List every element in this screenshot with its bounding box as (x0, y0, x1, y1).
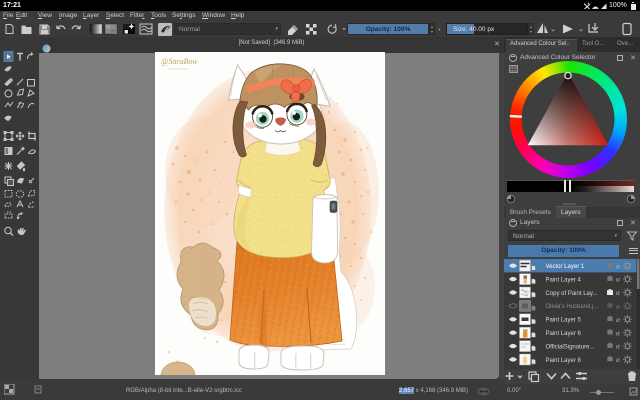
svg-text:α: α (616, 288, 621, 297)
svg-text:α: α (616, 342, 621, 351)
svg-text:α: α (616, 302, 621, 311)
svg-text:α: α (616, 328, 621, 337)
svg-text:α: α (616, 355, 621, 364)
svg-text:Paint Layer 6: Paint Layer 6 (546, 331, 582, 337)
svg-text:Copy of Paint Lay...: Copy of Paint Lay... (546, 291, 598, 297)
svg-text:@SaraBow: @SaraBow (161, 57, 198, 66)
svg-text:Paint Layer 4: Paint Layer 4 (546, 277, 582, 283)
svg-text:OfficialSignature...: OfficialSignature... (546, 344, 595, 350)
svg-text:Vector Layer 1: Vector Layer 1 (546, 264, 585, 270)
svg-text:α: α (616, 275, 621, 284)
svg-text:Paint Layer 8: Paint Layer 8 (546, 358, 582, 364)
svg-text:Olivia's Husband.j...: Olivia's Husband.j... (546, 304, 599, 310)
svg-text:α: α (616, 315, 621, 324)
svg-text:Paint Layer 5: Paint Layer 5 (546, 318, 582, 324)
